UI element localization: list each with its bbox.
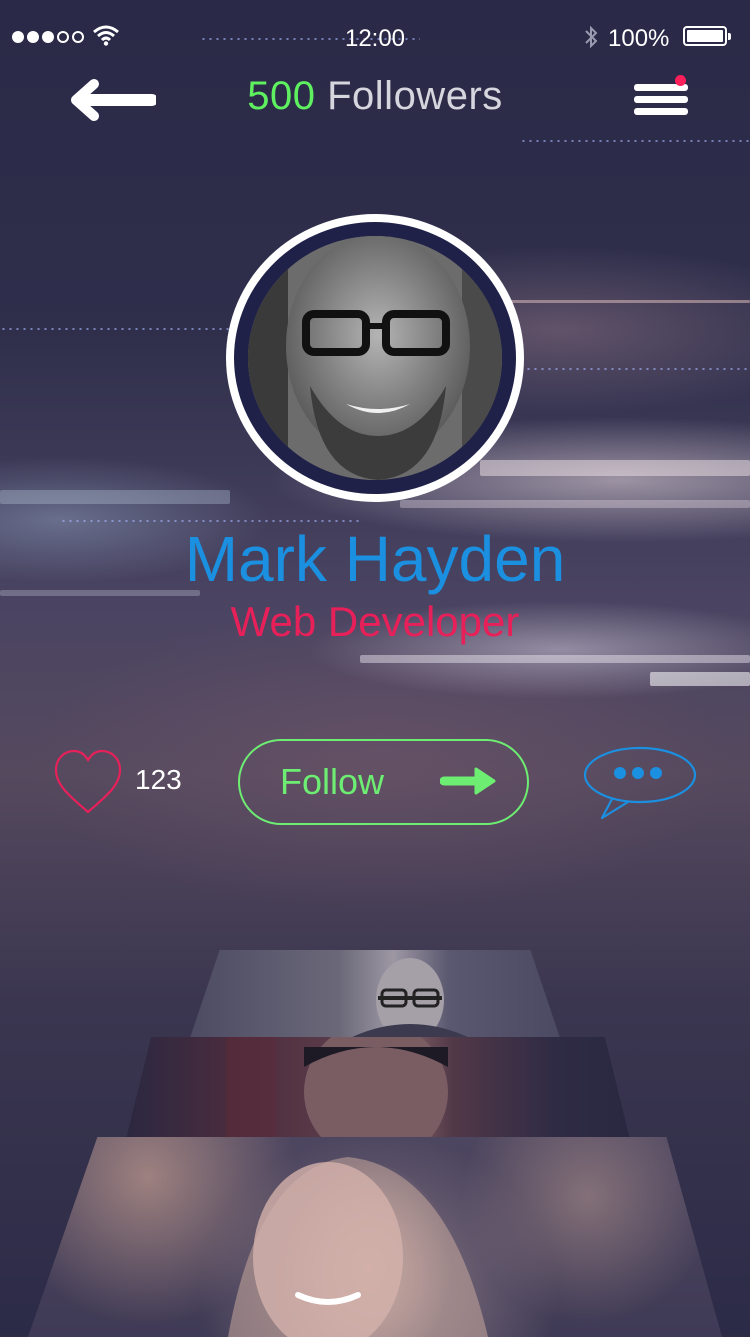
profile-card-1[interactable]: [190, 950, 560, 1038]
profile-role: Web Developer: [230, 598, 520, 645]
status-bar: 12:00 100%: [0, 0, 750, 76]
profile-photo: [248, 236, 502, 480]
arrow-right-icon: [440, 767, 496, 795]
follower-count: 500: [247, 74, 316, 118]
like-count: 123: [135, 764, 182, 795]
menu-button[interactable]: [632, 75, 690, 120]
follow-label: Follow: [280, 761, 385, 802]
profile-name: Mark Hayden: [184, 523, 566, 595]
profile-card-3[interactable]: [28, 1137, 722, 1337]
followers-label: Followers: [327, 74, 503, 118]
card-photo: [228, 1157, 488, 1337]
battery-icon: [683, 26, 731, 46]
avatar[interactable]: [226, 214, 524, 502]
chat-bubble-icon: [583, 746, 697, 820]
battery-percentage: 100%: [608, 25, 670, 52]
heart-icon: [54, 749, 122, 814]
follow-button[interactable]: Follow: [238, 739, 529, 825]
notification-dot: [675, 75, 686, 86]
bluetooth-icon: [585, 25, 598, 49]
card-photo: [350, 958, 470, 1038]
like-button[interactable]: [52, 748, 124, 818]
profile-card-2[interactable]: [126, 1037, 630, 1139]
chat-button[interactable]: [582, 745, 698, 821]
card-photo: [226, 1037, 448, 1139]
